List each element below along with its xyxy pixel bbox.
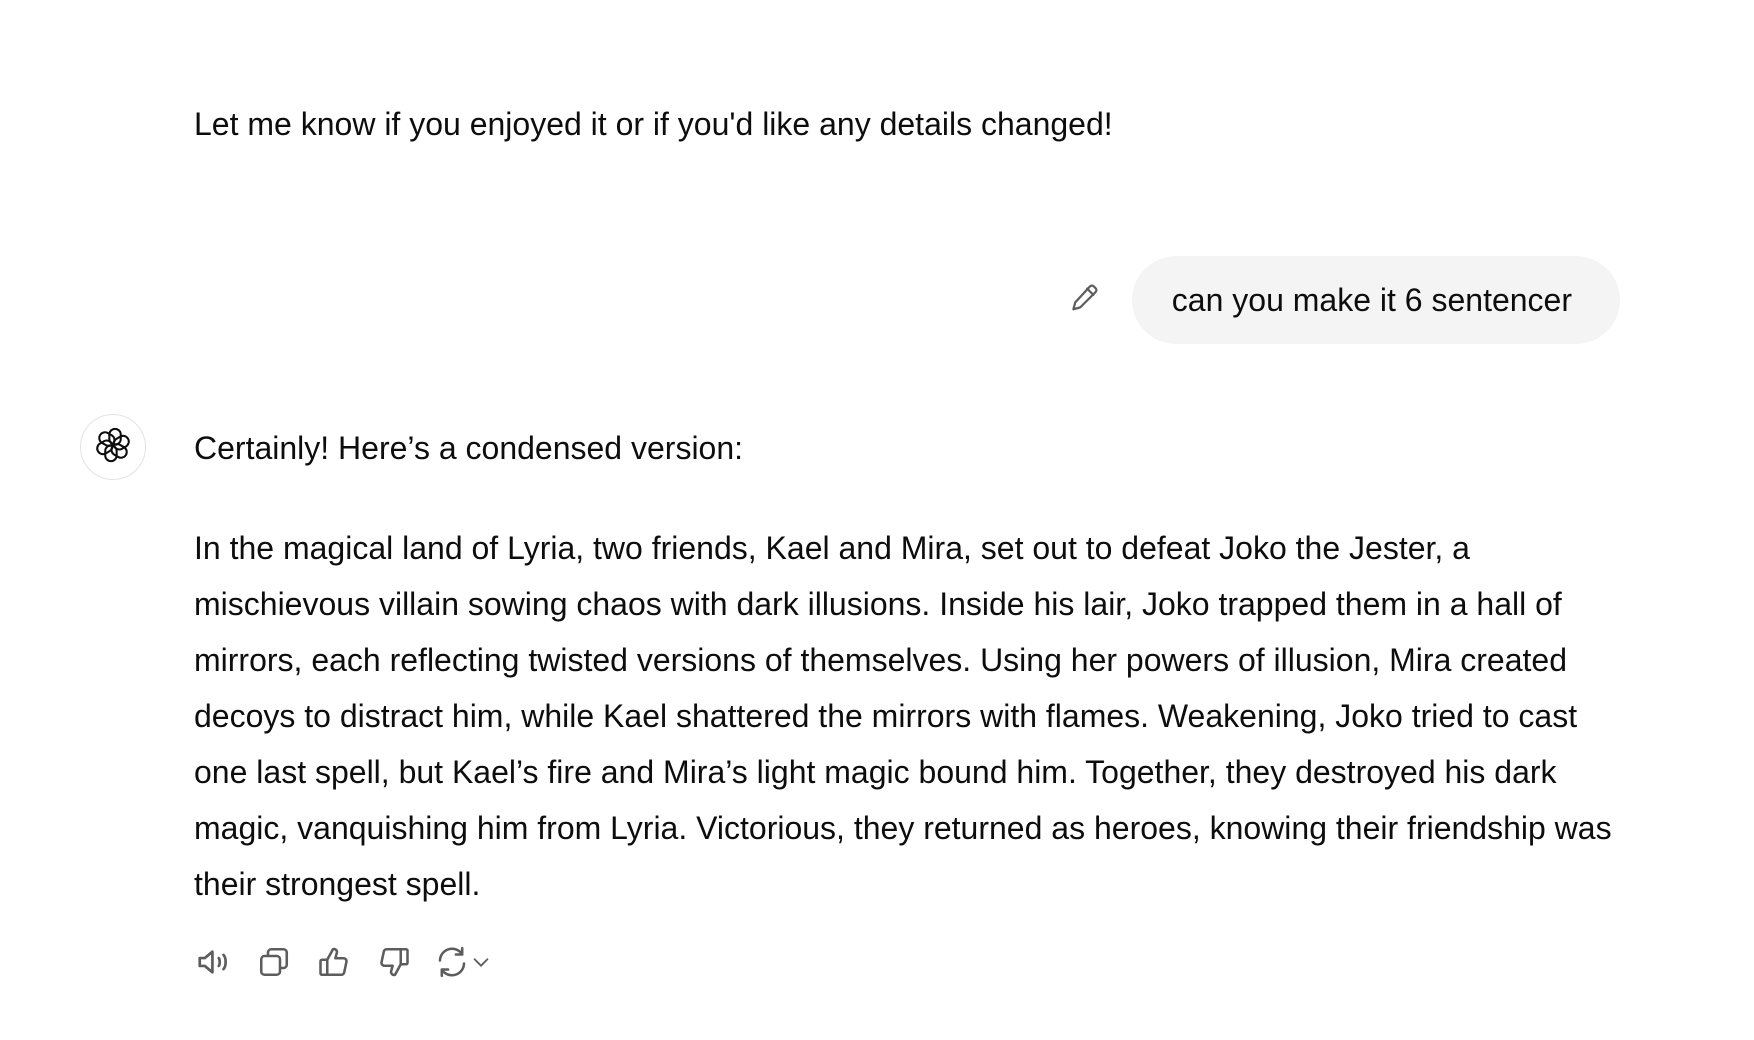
good-response-button[interactable] [314,942,354,982]
copy-button[interactable] [254,942,294,982]
bad-response-button[interactable] [374,942,414,982]
edit-message-button[interactable] [1062,278,1106,322]
thumbs-down-icon [376,944,412,980]
regenerate-button[interactable] [434,942,498,982]
pencil-icon [1069,283,1099,318]
chevron-down-icon [470,951,492,973]
user-message-text: can you make it 6 sentencer [1171,281,1572,318]
assistant-avatar [80,414,146,480]
openai-logo-icon [94,426,132,469]
message-action-bar [194,942,518,982]
assistant-story-paragraph: In the magical land of Lyria, two friend… [194,530,1612,902]
read-aloud-button[interactable] [194,942,234,982]
user-message-bubble: can you make it 6 sentencer [1131,256,1620,344]
assistant-intro-text: Certainly! Here’s a condensed version: [194,430,744,466]
thumbs-up-icon [316,944,352,980]
read-aloud-icon [195,943,233,981]
copy-icon [256,944,292,980]
user-message-row: can you make it 6 sentencer [1062,256,1620,344]
previous-message-closing: Let me know if you enjoyed it or if you'… [194,106,1113,142]
regenerate-icon [434,944,470,980]
